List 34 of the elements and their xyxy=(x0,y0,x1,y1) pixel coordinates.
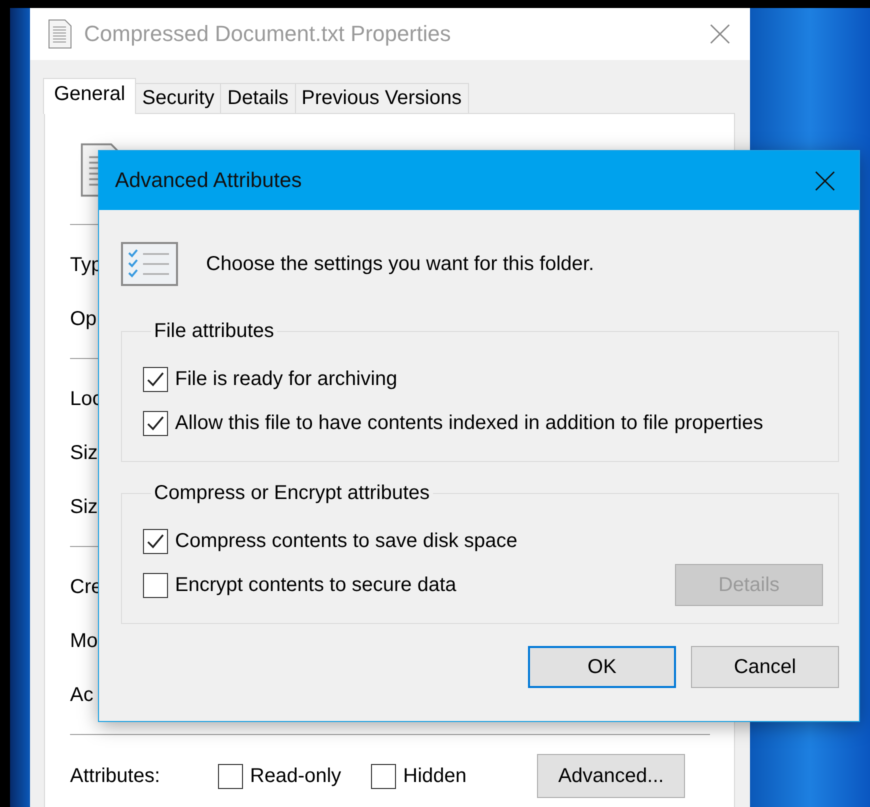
dialog-title: Advanced Attributes xyxy=(115,168,303,192)
field-label: Mo xyxy=(70,630,98,652)
checkbox-label: Read-only xyxy=(250,764,342,788)
checkbox[interactable] xyxy=(371,764,396,788)
field-label: Ac xyxy=(70,684,94,706)
field-label: Siz xyxy=(70,496,98,518)
close-button[interactable] xyxy=(708,22,732,46)
window-title: Compressed Document.txt Properties xyxy=(84,21,452,47)
field-label: Op xyxy=(70,308,97,330)
tab[interactable]: Previous Versions xyxy=(294,83,469,114)
dialog-message: Choose the settings you want for this folder. xyxy=(206,252,594,276)
checkbox-label: Hidden xyxy=(403,764,467,788)
checkbox[interactable] xyxy=(143,410,168,436)
checkbox[interactable] xyxy=(143,528,168,554)
option-label: Encrypt contents to secure data xyxy=(175,574,456,596)
close-icon xyxy=(709,23,731,45)
close-button[interactable] xyxy=(813,168,837,192)
document-icon xyxy=(48,19,72,49)
option-label: Compress contents to save disk space xyxy=(175,530,518,552)
option-label: Allow this file to have contents indexed in addition to file properties xyxy=(175,412,764,434)
field-label: Siz xyxy=(70,442,98,464)
dialog-button[interactable]: OK xyxy=(528,646,676,688)
checkbox[interactable] xyxy=(143,572,168,598)
dialog-button[interactable]: Cancel xyxy=(691,646,839,688)
checkbox[interactable] xyxy=(143,366,168,392)
option-label: File is ready for archiving xyxy=(175,368,398,390)
checkbox[interactable] xyxy=(218,764,243,788)
group-title: Compress or Encrypt attributes xyxy=(153,482,431,505)
group-title: File attributes xyxy=(153,320,276,343)
checklist-icon xyxy=(121,242,178,286)
close-icon xyxy=(814,170,836,192)
tab[interactable]: General xyxy=(43,78,136,114)
attributes-label: Attributes: xyxy=(70,764,162,788)
advanced-button[interactable]: Advanced... xyxy=(537,754,685,798)
